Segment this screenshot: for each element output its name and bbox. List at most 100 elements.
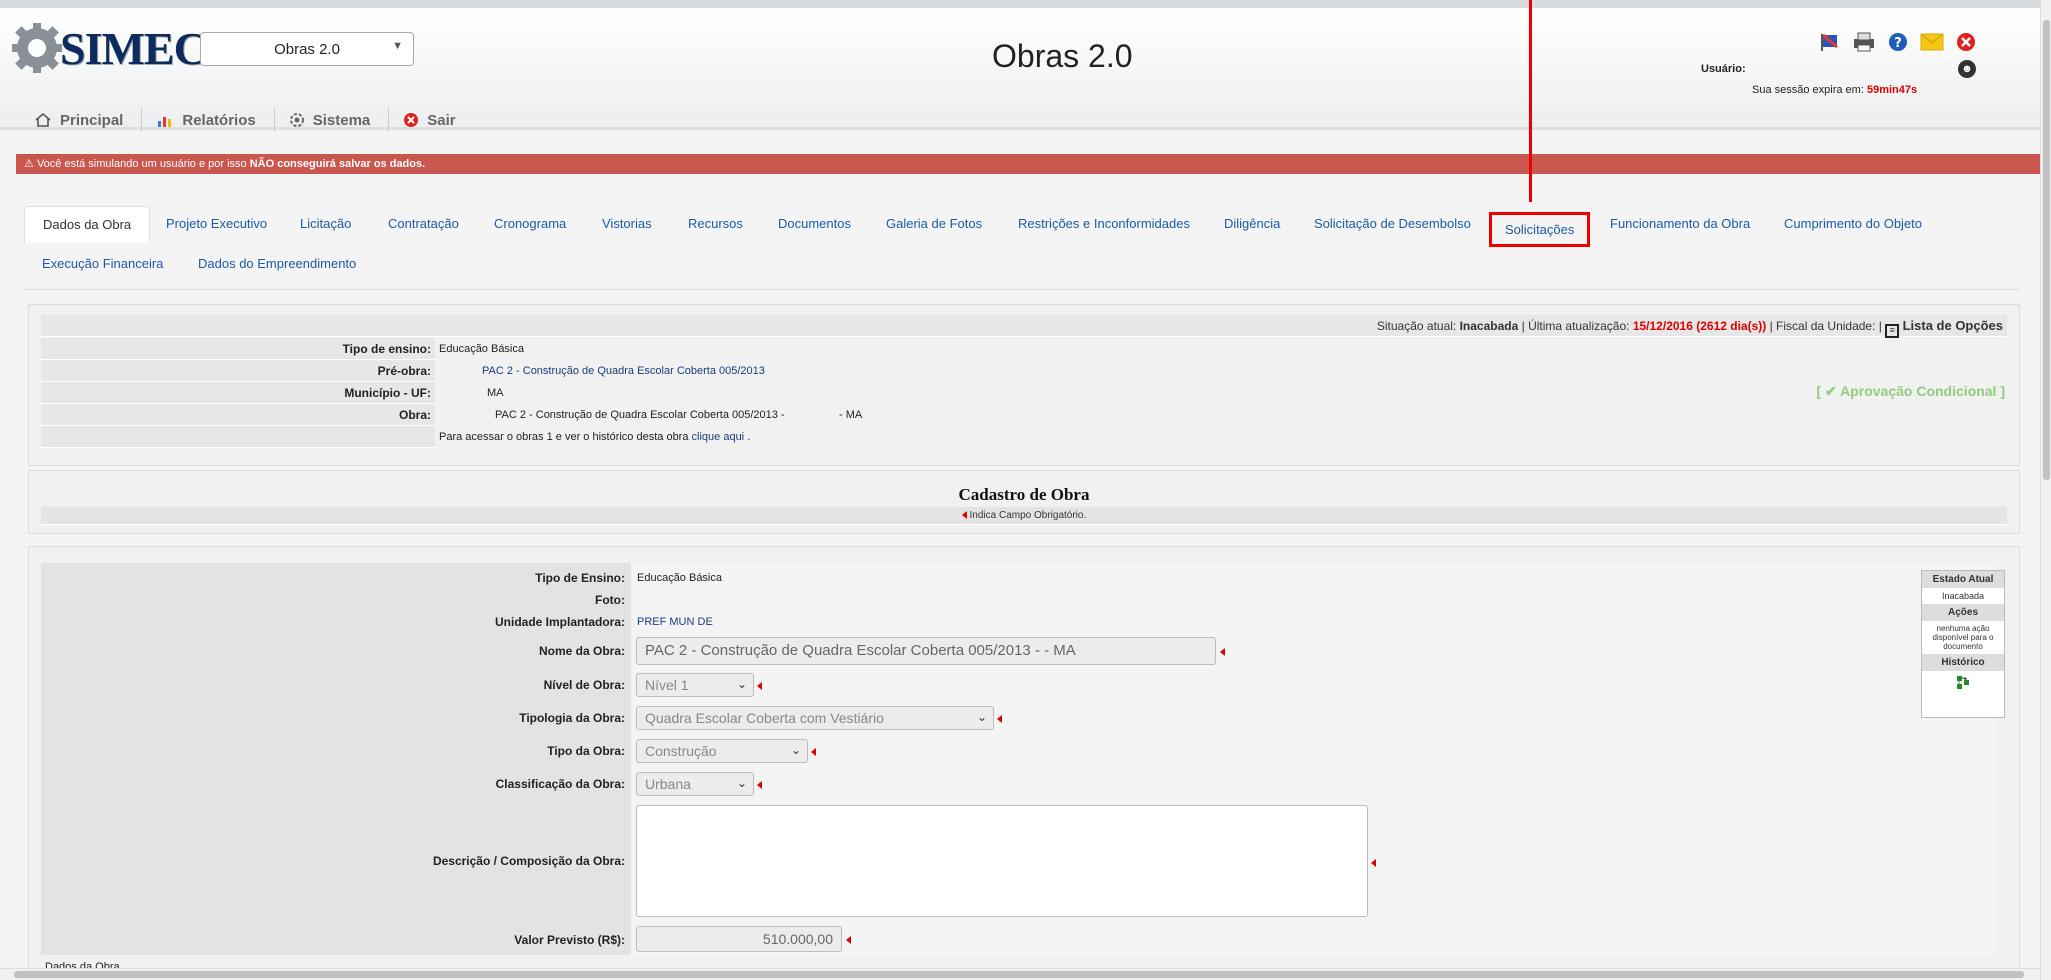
update-prefix: | Última atualização: (1521, 319, 1630, 333)
menu-item-relatorios[interactable]: Relatórios (142, 108, 275, 132)
tipologia-select[interactable]: Quadra Escolar Coberta com Vestiário ⌄ (636, 706, 994, 730)
tab-bar: Dados da Obra Projeto Executivo Licitaçã… (24, 204, 2020, 290)
tab-cronograma[interactable]: Cronograma (476, 206, 584, 241)
scrollbar-thumb[interactable] (2043, 20, 2050, 480)
session-info: Sua sessão expira em: 59min47s (1752, 84, 1917, 96)
menu-item-principal[interactable]: Principal (20, 108, 143, 132)
vertical-scrollbar[interactable] (2040, 0, 2051, 980)
nivel-select[interactable]: Nível 1 ⌄ (636, 673, 754, 697)
nome-input[interactable]: PAC 2 - Construção de Quadra Escolar Cob… (636, 637, 1216, 665)
page-title: Obras 2.0 (992, 38, 1133, 74)
tipologia-select-value: Quadra Escolar Coberta com Vestiário (645, 710, 884, 726)
user-icon[interactable]: ☻ (1958, 60, 1976, 78)
acoes-value: nenhuma ação disponível para o documento (1932, 624, 1994, 651)
mail-icon[interactable] (1920, 30, 1944, 54)
horizontal-scrollbar[interactable] (0, 968, 2040, 980)
simec-logo: SIMEC (10, 20, 207, 76)
required-marker-icon (1371, 859, 1376, 867)
required-marker-icon (757, 682, 762, 690)
preobra-value[interactable]: PAC 2 - Construção de Quadra Escolar Cob… (482, 365, 765, 377)
settings-icon (289, 113, 304, 127)
report-icon (158, 117, 172, 127)
tab-solicitacoes[interactable]: Solicitações (1489, 212, 1591, 247)
tab-diligencia[interactable]: Diligência (1206, 206, 1298, 241)
page-frame: SIMEC Obras 2.0 ▼ Obras 2.0 ? Usuário: ☻… (0, 8, 2040, 980)
classificacao-select[interactable]: Urbana ⌄ (636, 772, 754, 796)
required-marker-icon (757, 781, 762, 789)
tab-galeria-de-fotos[interactable]: Galeria de Fotos (868, 206, 1000, 241)
main-menu: Principal Relatórios Sistema Sair (20, 108, 474, 132)
annotation-line (1529, 0, 1532, 202)
system-select-value: Obras 2.0 (274, 40, 340, 58)
history-icon[interactable] (1922, 671, 2004, 695)
help-icon[interactable]: ? (1886, 30, 1910, 54)
unidade-value: PREF MUN DE (637, 616, 713, 628)
menu-label-relatorios: Relatórios (182, 111, 256, 129)
required-marker-icon (961, 511, 967, 519)
update-value: 15/12/2016 (2612 dia(s)) (1632, 319, 1767, 333)
tab-solicitacao-de-desembolso[interactable]: Solicitação de Desembolso (1296, 206, 1489, 241)
tab-projeto-executivo[interactable]: Projeto Executivo (148, 206, 285, 241)
warning-text-bold: NÃO conseguirá salvar os dados. (249, 158, 426, 170)
descricao-textarea[interactable] (636, 805, 1368, 917)
scrollbar-thumb[interactable] (14, 971, 2024, 978)
home-icon (35, 112, 51, 127)
printer-icon[interactable] (1852, 30, 1876, 54)
required-marker-icon (1220, 648, 1225, 656)
tab-vistorias[interactable]: Vistorias (584, 206, 670, 241)
classificacao-select-value: Urbana (645, 776, 691, 792)
menu-item-sair[interactable]: Sair (389, 108, 473, 132)
summary-panel: Situação atual: Inacabada | Última atual… (28, 304, 2020, 466)
fiscal-text: | Fiscal da Unidade: | (1769, 319, 1882, 333)
nivel-label: Nível de Obra: (543, 678, 625, 692)
options-link[interactable]: Lista de Opções (1903, 318, 2003, 333)
nivel-select-value: Nível 1 (645, 677, 689, 693)
menu-item-sistema[interactable]: Sistema (275, 108, 390, 132)
header: SIMEC Obras 2.0 ▼ Obras 2.0 ? Usuário: ☻… (0, 8, 2040, 132)
tab-contratacao[interactable]: Contratação (370, 206, 477, 241)
required-note: Indica Campo Obrigatório. (969, 510, 1087, 521)
tipo-obra-select[interactable]: Construção ⌄ (636, 739, 808, 763)
tab-documentos[interactable]: Documentos (760, 206, 869, 241)
close-icon[interactable] (1954, 30, 1978, 54)
tab-licitacao[interactable]: Licitação (282, 206, 369, 241)
valor-input[interactable]: 510.000,00 (636, 926, 842, 952)
tipo-ensino-form-value: Educação Básica (637, 572, 722, 584)
tipo-ensino-form-label: Tipo de Ensino: (535, 571, 625, 585)
tab-dados-da-obra[interactable]: Dados da Obra (24, 206, 151, 243)
tab-dados-do-empreendimento[interactable]: Dados do Empreendimento (180, 246, 374, 281)
menu-label-sistema: Sistema (312, 111, 371, 129)
chevron-down-icon: ⌄ (736, 776, 747, 790)
tab-execucao-financeira[interactable]: Execução Financeira (24, 246, 181, 281)
tipo-ensino-value: Educação Básica (439, 343, 524, 355)
tipologia-label: Tipologia da Obra: (519, 711, 625, 725)
status-value: Inacabada (1459, 319, 1519, 333)
tab-cumprimento-do-objeto[interactable]: Cumprimento do Objeto (1766, 206, 1940, 241)
access-link[interactable]: clique aqui (692, 431, 745, 443)
flag-icon[interactable] (1818, 30, 1842, 54)
foto-label: Foto: (595, 593, 625, 607)
nome-label: Nome da Obra: (538, 644, 625, 658)
form-panel: Tipo de Ensino: Educação Básica Foto: Un… (28, 546, 2020, 978)
unidade-label: Unidade Implantadora: (494, 615, 625, 629)
summary-status-row: Situação atual: Inacabada | Última atual… (41, 315, 2007, 338)
required-marker-icon (846, 936, 851, 944)
classificacao-label: Classificação da Obra: (495, 777, 625, 791)
tab-funcionamento-da-obra[interactable]: Funcionamento da Obra (1592, 206, 1768, 241)
status-prefix: Situação atual: (1376, 319, 1457, 333)
system-select[interactable]: Obras 2.0 ▼ (200, 32, 414, 66)
estado-value: Inacabada (1941, 591, 1985, 601)
workflow-box: Estado Atual Inacabada Ações nenhuma açã… (1921, 570, 2005, 718)
tab-restricoes[interactable]: Restrições e Inconformidades (1000, 206, 1208, 241)
menu-label-principal: Principal (60, 111, 124, 129)
valor-label: Valor Previsto (R$): (514, 933, 625, 947)
obra-value: PAC 2 - Construção de Quadra Escolar Cob… (495, 409, 785, 421)
menu-label-sair: Sair (427, 111, 456, 129)
status-line: Situação atual: Inacabada | Última atual… (1377, 318, 2003, 338)
required-note-row: Indica Campo Obrigatório. (41, 507, 2007, 525)
tab-recursos[interactable]: Recursos (670, 206, 761, 241)
chevron-down-icon: ⌄ (736, 677, 747, 691)
session-time: 59min47s (1866, 84, 1918, 96)
toolbar-icons: ? (1818, 30, 1978, 54)
session-label: Sua sessão expira em: (1752, 84, 1864, 96)
